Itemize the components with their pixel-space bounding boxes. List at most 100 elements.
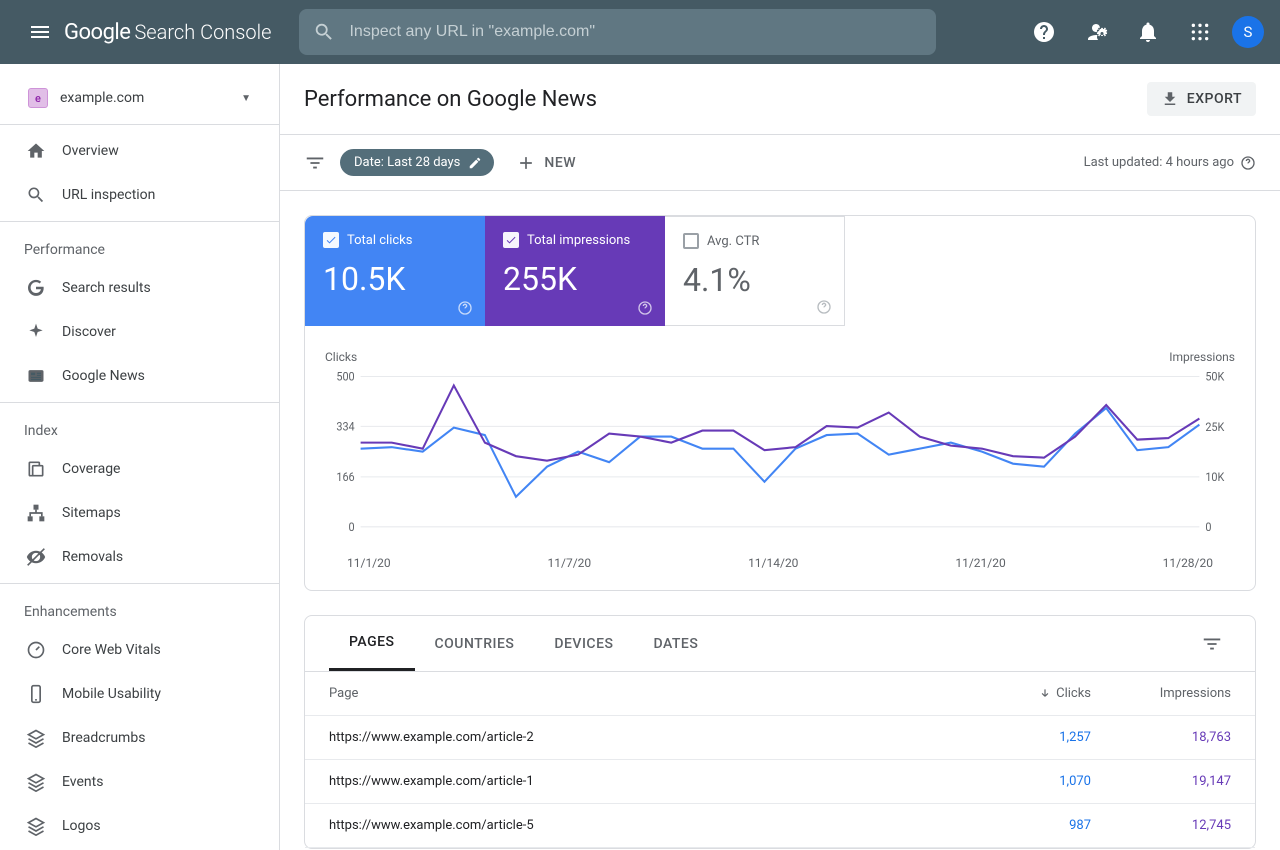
logo: Google Search Console — [64, 20, 271, 45]
x-tick-label: 11/1/20 — [347, 556, 391, 570]
sidebar-item-label: Breadcrumbs — [62, 730, 145, 746]
app-header: Google Search Console S — [0, 0, 1280, 64]
metric-value: 4.1% — [683, 261, 826, 299]
layers-icon — [24, 726, 48, 750]
plus-icon — [516, 153, 536, 173]
col-header-clicks[interactable]: Clicks — [951, 686, 1091, 701]
tab-countries[interactable]: COUNTRIES — [415, 618, 535, 670]
x-tick-label: 11/7/20 — [548, 556, 592, 570]
date-filter-chip[interactable]: Date: Last 28 days — [340, 149, 494, 176]
sidebar-item-overview[interactable]: Overview — [0, 129, 279, 173]
table-filter-icon[interactable] — [1193, 625, 1231, 663]
search-icon — [24, 183, 48, 207]
tab-dates[interactable]: DATES — [633, 618, 718, 670]
left-axis-label: Clicks — [325, 350, 357, 364]
metric-value: 10.5K — [323, 260, 467, 298]
tab-pages[interactable]: PAGES — [329, 616, 415, 671]
cell-impressions: 12,745 — [1091, 818, 1231, 833]
news-icon — [24, 364, 48, 388]
cell-page: https://www.example.com/article-2 — [329, 730, 951, 745]
sidebar-item-removals[interactable]: Removals — [0, 535, 279, 579]
col-header-page[interactable]: Page — [329, 686, 951, 701]
metric-total-clicks[interactable]: Total clicks 10.5K — [305, 216, 485, 326]
cell-clicks: 1,070 — [951, 774, 1091, 789]
help-icon[interactable] — [1240, 155, 1256, 171]
sidebar-item-label: Removals — [62, 549, 123, 565]
export-label: EXPORT — [1187, 91, 1242, 107]
sidebar-item-label: URL inspection — [62, 187, 155, 203]
sidebar-item-sitemaps[interactable]: Sitemaps — [0, 491, 279, 535]
main-content: Performance on Google News EXPORT Date: … — [280, 64, 1280, 850]
page-header: Performance on Google News EXPORT — [280, 64, 1280, 135]
sidebar-item-discover[interactable]: Discover — [0, 310, 279, 354]
layers-icon — [24, 814, 48, 838]
sidebar-item-google-news[interactable]: Google News — [0, 354, 279, 398]
edit-icon — [468, 156, 482, 170]
search-icon — [313, 21, 335, 43]
chart-svg: 500334166050K25K10K0 — [325, 368, 1235, 548]
search-bar[interactable] — [299, 9, 936, 55]
sidebar-item-search-results[interactable]: Search results — [0, 266, 279, 310]
chevron-down-icon: ▼ — [241, 93, 251, 104]
section-title-enhancements: Enhancements — [0, 588, 279, 628]
sidebar-item-label: Mobile Usability — [62, 686, 161, 702]
sidebar-item-label: Events — [62, 774, 103, 790]
home-icon — [24, 139, 48, 163]
filter-row: Date: Last 28 days NEW Last updated: 4 h… — [280, 135, 1280, 191]
sidebar-item-coverage[interactable]: Coverage — [0, 447, 279, 491]
sidebar-item-logos[interactable]: Logos — [0, 804, 279, 848]
new-filter-button[interactable]: NEW — [508, 153, 576, 173]
table-row[interactable]: https://www.example.com/article-1 1,070 … — [305, 760, 1255, 804]
metric-label: Avg. CTR — [707, 234, 759, 249]
logo-google: Google — [64, 20, 130, 45]
sidebar-item-mobile-usability[interactable]: Mobile Usability — [0, 672, 279, 716]
mobile-icon — [24, 682, 48, 706]
table-row[interactable]: https://www.example.com/article-5 987 12… — [305, 804, 1255, 848]
sidebar: e example.com ▼ Overview URL inspection … — [0, 64, 280, 850]
header-actions: S — [1024, 12, 1264, 52]
cell-page: https://www.example.com/article-5 — [329, 818, 951, 833]
cell-clicks: 1,257 — [951, 730, 1091, 745]
notifications-icon[interactable] — [1128, 12, 1168, 52]
help-icon[interactable] — [816, 299, 832, 315]
removals-icon — [24, 545, 48, 569]
metric-avg-ctr[interactable]: Avg. CTR 4.1% — [665, 216, 845, 326]
help-icon[interactable] — [637, 300, 653, 316]
export-button[interactable]: EXPORT — [1147, 82, 1256, 116]
sidebar-item-label: Google News — [62, 368, 145, 384]
manage-users-icon[interactable] — [1076, 12, 1116, 52]
cell-page: https://www.example.com/article-1 — [329, 774, 951, 789]
search-input[interactable] — [349, 23, 922, 41]
svg-text:500: 500 — [336, 370, 354, 383]
sidebar-item-events[interactable]: Events — [0, 760, 279, 804]
performance-card: Total clicks 10.5K Total impressions 255… — [304, 215, 1256, 591]
chip-label: Date: Last 28 days — [354, 155, 460, 170]
sidebar-item-url-inspection[interactable]: URL inspection — [0, 173, 279, 217]
col-header-impressions[interactable]: Impressions — [1091, 686, 1231, 701]
apps-icon[interactable] — [1180, 12, 1220, 52]
property-icon: e — [28, 88, 48, 108]
tab-devices[interactable]: DEVICES — [534, 618, 633, 670]
metric-total-impressions[interactable]: Total impressions 255K — [485, 216, 665, 326]
property-label: example.com — [60, 90, 241, 106]
hamburger-menu[interactable] — [16, 20, 64, 44]
filter-icon[interactable] — [304, 152, 326, 174]
sidebar-item-breadcrumbs[interactable]: Breadcrumbs — [0, 716, 279, 760]
metric-label: Total clicks — [347, 233, 412, 248]
sidebar-item-label: Discover — [62, 324, 116, 340]
help-icon[interactable] — [1024, 12, 1064, 52]
tabs: PAGES COUNTRIES DEVICES DATES — [305, 616, 1255, 672]
table-card: PAGES COUNTRIES DEVICES DATES Page Click… — [304, 615, 1256, 849]
sitemap-icon — [24, 501, 48, 525]
avatar[interactable]: S — [1232, 16, 1264, 48]
metrics-row: Total clicks 10.5K Total impressions 255… — [305, 216, 1255, 326]
discover-icon — [24, 320, 48, 344]
checkbox-icon — [323, 232, 339, 248]
sidebar-item-core-web-vitals[interactable]: Core Web Vitals — [0, 628, 279, 672]
cell-clicks: 987 — [951, 818, 1091, 833]
table-row[interactable]: https://www.example.com/article-2 1,257 … — [305, 716, 1255, 760]
help-icon[interactable] — [457, 300, 473, 316]
property-selector[interactable]: e example.com ▼ — [8, 78, 271, 118]
speed-icon — [24, 638, 48, 662]
svg-text:166: 166 — [336, 471, 354, 484]
